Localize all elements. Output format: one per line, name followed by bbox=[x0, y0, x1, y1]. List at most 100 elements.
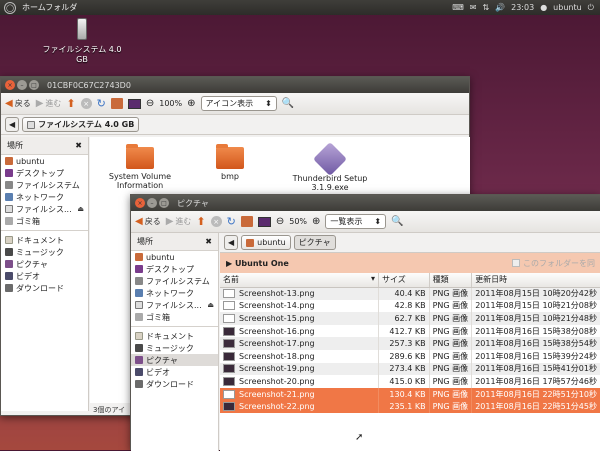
breadcrumb-pictures[interactable]: ピクチャ bbox=[293, 235, 336, 250]
sidebar-item[interactable]: ファイルシス... ⏏ bbox=[131, 299, 218, 311]
search-icon[interactable]: 🔍 bbox=[391, 216, 403, 227]
sidebar-item-label: ゴミ箱 bbox=[16, 216, 40, 226]
view-select[interactable]: 一覧表示 ⬍ bbox=[325, 214, 387, 229]
zoom-out-icon[interactable]: ⊖ bbox=[276, 216, 284, 227]
table-row[interactable]: Screenshot-13.png 40.4 KB PNG 画像 2011年08月15… bbox=[220, 287, 600, 300]
file-item[interactable]: bmp bbox=[180, 144, 280, 181]
column-name[interactable]: 名前 ▾ bbox=[220, 273, 380, 288]
path-prev-button[interactable]: ◀ bbox=[5, 117, 20, 132]
table-row[interactable]: Screenshot-15.png 62.7 KB PNG 画像 2011年08月15… bbox=[220, 312, 600, 325]
back-button[interactable]: ◀ 戻る bbox=[5, 98, 31, 109]
close-icon[interactable]: × bbox=[5, 80, 15, 90]
eject-icon[interactable]: ⏏ bbox=[207, 301, 214, 309]
computer-icon[interactable] bbox=[257, 216, 271, 227]
mail-icon[interactable]: ✉ bbox=[470, 3, 477, 12]
sync-folder-checkbox[interactable]: このフォルダーを同 bbox=[512, 258, 595, 269]
file-item[interactable]: Thunderbird Setup 3.1.9.exe bbox=[280, 142, 380, 192]
sidebar-item[interactable]: ダウンロード bbox=[1, 282, 88, 294]
sidebar-item[interactable]: デスクトップ bbox=[131, 263, 218, 275]
up-arrow-icon[interactable]: ⬆ bbox=[66, 97, 75, 110]
breadcrumb-home[interactable]: ubuntu bbox=[241, 235, 291, 250]
close-sidebar-icon[interactable]: ✖ bbox=[205, 237, 212, 246]
home-icon[interactable] bbox=[110, 98, 123, 109]
maximize-icon[interactable]: □ bbox=[159, 198, 169, 208]
table-row[interactable]: Screenshot-21.png 130.4 KB PNG 画像 2011年08月1… bbox=[220, 387, 600, 401]
keyboard-icon[interactable]: ⌨ bbox=[452, 3, 464, 12]
forward-button[interactable]: ▶ 進む bbox=[36, 98, 62, 109]
sidebar-header[interactable]: 場所 ✖ bbox=[131, 233, 218, 251]
zoom-in-icon[interactable]: ⊕ bbox=[312, 216, 320, 227]
sidebar-item[interactable]: ファイルシステム bbox=[131, 275, 218, 287]
up-arrow-icon[interactable]: ⬆ bbox=[196, 215, 205, 228]
volume-icon[interactable]: 🔊 bbox=[495, 3, 505, 12]
sidebar-item[interactable]: ビデオ bbox=[1, 270, 88, 282]
zoom-in-icon[interactable]: ⊕ bbox=[187, 98, 195, 109]
path-prev-button[interactable]: ◀ bbox=[224, 235, 239, 250]
window-titlebar[interactable]: × – □ 01CBF0C67C2743D0 bbox=[1, 77, 469, 93]
sidebar-item[interactable]: ピクチャ bbox=[131, 354, 218, 366]
window-titlebar[interactable]: × – □ ピクチャ bbox=[131, 195, 600, 211]
column-size[interactable]: サイズ bbox=[378, 273, 430, 288]
reload-icon[interactable]: ↻ bbox=[97, 97, 106, 110]
reload-icon[interactable]: ↻ bbox=[227, 215, 236, 228]
stop-icon[interactable]: × bbox=[210, 216, 222, 227]
computer-icon[interactable] bbox=[127, 98, 141, 109]
fs-icon bbox=[5, 181, 13, 189]
sidebar-header[interactable]: 場所 ✖ bbox=[1, 137, 88, 155]
status-text: 3個のアイ bbox=[93, 406, 126, 414]
back-arrow-icon: ◀ bbox=[5, 98, 13, 109]
sidebar-item[interactable]: ミュージック bbox=[1, 246, 88, 258]
sidebar-item[interactable]: ピクチャ bbox=[1, 258, 88, 270]
column-type[interactable]: 種類 bbox=[429, 273, 473, 288]
cell-name: Screenshot-20.png bbox=[220, 375, 380, 388]
sidebar-item[interactable]: ビデオ bbox=[131, 366, 218, 378]
table-row[interactable]: Screenshot-19.png 273.4 KB PNG 画像 2011年08月1… bbox=[220, 362, 600, 376]
table-row[interactable]: Screenshot-22.png 235.1 KB PNG 画像 2011年08月1… bbox=[220, 400, 600, 413]
power-icon[interactable]: ⏻ bbox=[588, 3, 594, 13]
sidebar-item[interactable]: ミュージック bbox=[131, 342, 218, 354]
sidebar-item[interactable]: ubuntu bbox=[1, 155, 88, 167]
minimize-icon[interactable]: – bbox=[147, 198, 157, 208]
table-row[interactable]: Screenshot-20.png 415.0 KB PNG 画像 2011年08月1… bbox=[220, 375, 600, 388]
network-icon[interactable]: ⇅ bbox=[482, 3, 489, 12]
image-thumbnail-icon bbox=[223, 389, 235, 399]
sidebar-item[interactable]: デスクトップ bbox=[1, 167, 88, 179]
sidebar-item[interactable]: ubuntu bbox=[131, 251, 218, 263]
sidebar-item[interactable]: ゴミ箱 bbox=[131, 311, 218, 323]
sidebar-item[interactable]: ネットワーク bbox=[131, 287, 218, 299]
desktop-drive[interactable]: ファイルシステム 4.0 GB bbox=[40, 18, 124, 64]
ubuntu-logo-icon[interactable]: ◯ bbox=[4, 1, 16, 14]
clock[interactable]: 23:03 bbox=[511, 3, 534, 12]
mouse-cursor-icon: ➚ bbox=[355, 432, 364, 443]
zoom-out-icon[interactable]: ⊖ bbox=[146, 98, 154, 109]
column-date[interactable]: 更新日時 bbox=[471, 273, 600, 288]
sidebar-item[interactable]: ドキュメント bbox=[1, 234, 88, 246]
sidebar-item[interactable]: ネットワーク bbox=[1, 191, 88, 203]
sidebar-item[interactable]: ゴミ箱 bbox=[1, 215, 88, 227]
close-sidebar-icon[interactable]: ✖ bbox=[75, 141, 82, 150]
table-row[interactable]: Screenshot-18.png 289.6 KB PNG 画像 2011年08月1… bbox=[220, 349, 600, 363]
eject-icon[interactable]: ⏏ bbox=[77, 205, 84, 213]
user-name[interactable]: ubuntu bbox=[553, 3, 582, 12]
table-row[interactable]: Screenshot-14.png 42.8 KB PNG 画像 2011年08月15… bbox=[220, 299, 600, 313]
view-select[interactable]: アイコン表示 ⬍ bbox=[200, 96, 277, 111]
expand-arrow-icon[interactable]: ▶ bbox=[226, 259, 235, 268]
stop-icon[interactable]: × bbox=[80, 98, 92, 109]
close-icon[interactable]: × bbox=[135, 198, 145, 208]
maximize-icon[interactable]: □ bbox=[29, 80, 39, 90]
back-button[interactable]: ◀ 戻る bbox=[135, 216, 161, 227]
home-icon[interactable] bbox=[240, 216, 253, 227]
sidebar-item[interactable]: ファイルシステム bbox=[1, 179, 88, 191]
breadcrumb[interactable]: ファイルシステム 4.0 GB bbox=[22, 117, 140, 132]
user-icon[interactable]: ● bbox=[540, 3, 547, 12]
cell-name: Screenshot-17.png bbox=[220, 337, 380, 350]
file-item[interactable]: System Volume Information bbox=[90, 144, 190, 190]
search-icon[interactable]: 🔍 bbox=[282, 98, 294, 109]
forward-button[interactable]: ▶ 進む bbox=[166, 216, 192, 227]
sidebar-item[interactable]: ダウンロード bbox=[131, 378, 218, 390]
minimize-icon[interactable]: – bbox=[17, 80, 27, 90]
sidebar-item[interactable]: ファイルシス... ⏏ bbox=[1, 203, 88, 215]
table-row[interactable]: Screenshot-16.png 412.7 KB PNG 画像 2011年08月1… bbox=[220, 324, 600, 338]
sidebar-item[interactable]: ドキュメント bbox=[131, 330, 218, 342]
table-row[interactable]: Screenshot-17.png 257.3 KB PNG 画像 2011年08月1… bbox=[220, 337, 600, 350]
